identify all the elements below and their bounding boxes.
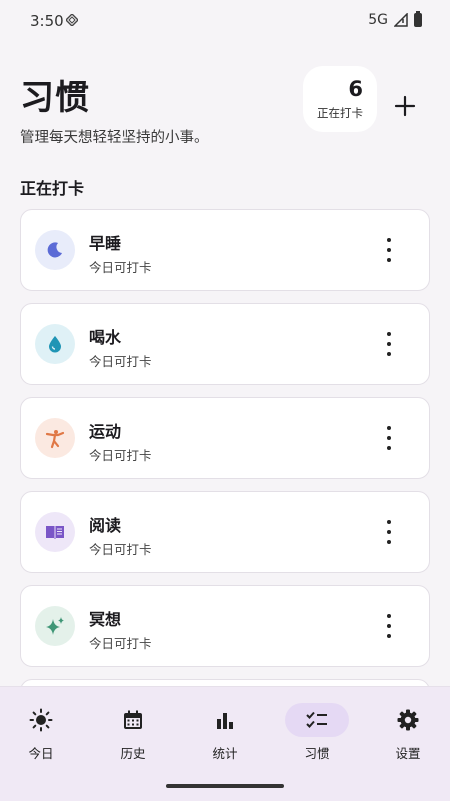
habit-name: 运动 <box>89 422 122 441</box>
nav-habits[interactable]: 习惯 <box>272 703 362 773</box>
calendar-icon <box>124 710 142 729</box>
page-title: 习惯 <box>20 78 90 118</box>
network-type: 5G <box>368 12 388 28</box>
nav-history[interactable]: 历史 <box>88 703 178 773</box>
status-time: 3:50 <box>30 12 64 30</box>
gesture-bar <box>166 784 284 788</box>
nav-label: 习惯 <box>304 746 330 761</box>
more-menu-button[interactable] <box>379 614 399 638</box>
page-subtitle: 管理每天想轻轻坚持的小事。 <box>20 130 209 146</box>
add-habit-button[interactable] <box>390 91 420 121</box>
more-menu-button[interactable] <box>379 426 399 450</box>
more-menu-button[interactable] <box>379 238 399 262</box>
bar-chart-icon <box>217 713 233 729</box>
status-bar: 3:50 5G <box>0 0 450 44</box>
habit-icon-circle <box>35 230 75 270</box>
nav-label: 今日 <box>28 746 54 761</box>
nav-label: 统计 <box>212 746 238 761</box>
notification-diamond-icon <box>66 14 78 26</box>
active-count-number: 6 <box>348 77 363 101</box>
habit-icon-circle <box>35 324 75 364</box>
active-count-card: 6 正在打卡 <box>303 66 377 132</box>
habit-name: 早睡 <box>89 234 122 253</box>
active-count-label: 正在打卡 <box>317 106 363 120</box>
habit-icon-circle <box>35 606 75 646</box>
nav-today[interactable]: 今日 <box>0 703 86 773</box>
habit-status: 今日可打卡 <box>89 542 152 557</box>
nav-label: 历史 <box>120 746 146 761</box>
checklist-icon <box>306 711 327 728</box>
water-drop-icon <box>49 336 61 353</box>
nav-settings[interactable]: 设置 <box>363 703 450 773</box>
habit-name: 阅读 <box>89 516 122 535</box>
exercise-icon <box>45 430 65 449</box>
more-menu-button[interactable] <box>379 520 399 544</box>
habit-icon-circle <box>35 418 75 458</box>
nav-label: 设置 <box>395 746 421 761</box>
habit-card-exercise[interactable]: 运动 今日可打卡 <box>20 397 430 479</box>
habit-status: 今日可打卡 <box>89 260 152 275</box>
habit-icon-circle <box>35 512 75 552</box>
signal-icon <box>394 13 408 27</box>
habit-card-meditation[interactable]: 冥想 今日可打卡 <box>20 585 430 667</box>
sparkle-icon <box>46 617 64 635</box>
status-right: 5G <box>368 11 422 28</box>
habit-name: 冥想 <box>89 610 122 629</box>
nav-active-indicator <box>285 703 349 737</box>
section-title: 正在打卡 <box>20 179 85 198</box>
habit-card-drink-water[interactable]: 喝水 今日可打卡 <box>20 303 430 385</box>
habit-card-early-sleep[interactable]: 早睡 今日可打卡 <box>20 209 430 291</box>
more-menu-button[interactable] <box>379 332 399 356</box>
sun-icon <box>29 708 53 732</box>
habit-status: 今日可打卡 <box>89 448 152 463</box>
habit-card-reading[interactable]: 阅读 今日可打卡 <box>20 491 430 573</box>
moon-icon <box>47 242 62 258</box>
book-icon <box>46 526 64 539</box>
battery-icon <box>414 11 422 27</box>
gear-icon <box>397 709 419 731</box>
habit-name: 喝水 <box>89 328 122 347</box>
habit-status: 今日可打卡 <box>89 636 152 651</box>
nav-stats[interactable]: 统计 <box>180 703 270 773</box>
habit-status: 今日可打卡 <box>89 354 152 369</box>
